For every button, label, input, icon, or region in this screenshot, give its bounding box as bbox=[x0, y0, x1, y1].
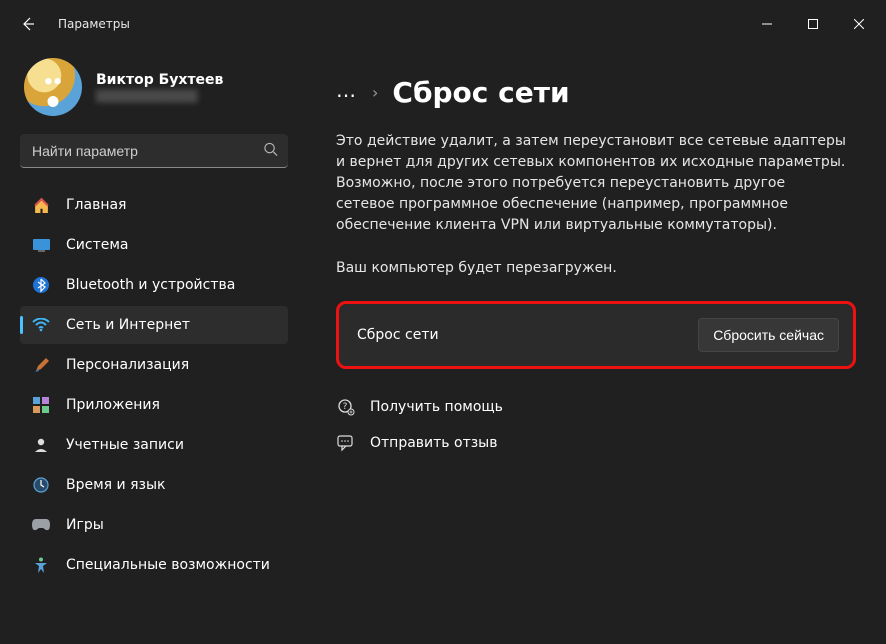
clock-globe-icon bbox=[32, 476, 50, 494]
main-content: … › Сброс сети Это действие удалит, а за… bbox=[300, 48, 886, 644]
window-title: Параметры bbox=[58, 17, 130, 31]
titlebar: Параметры bbox=[0, 0, 886, 48]
bluetooth-icon bbox=[32, 276, 50, 294]
gamepad-icon bbox=[32, 516, 50, 534]
sidebar-item-gaming[interactable]: Игры bbox=[20, 506, 288, 544]
sidebar-item-time-language[interactable]: Время и язык bbox=[20, 466, 288, 504]
minimize-icon bbox=[762, 19, 772, 29]
sidebar-item-label: Система bbox=[66, 237, 128, 253]
back-button[interactable] bbox=[10, 6, 46, 42]
sidebar: Виктор Бухтеев ████████████ Главная Сист… bbox=[0, 48, 300, 644]
restart-note: Ваш компьютер будет перезагружен. bbox=[336, 258, 846, 279]
sidebar-item-apps[interactable]: Приложения bbox=[20, 386, 288, 424]
feedback-icon bbox=[336, 433, 356, 453]
apps-icon bbox=[32, 396, 50, 414]
chevron-right-icon: › bbox=[372, 83, 378, 102]
sidebar-item-accessibility[interactable]: Специальные возможности bbox=[20, 546, 288, 584]
avatar bbox=[24, 58, 82, 116]
sidebar-item-home[interactable]: Главная bbox=[20, 186, 288, 224]
sidebar-item-personalization[interactable]: Персонализация bbox=[20, 346, 288, 384]
breadcrumb: … › Сброс сети bbox=[336, 76, 856, 109]
user-name: Виктор Бухтеев bbox=[96, 72, 223, 88]
get-help-link[interactable]: ? Получить помощь bbox=[336, 397, 856, 417]
minimize-button[interactable] bbox=[744, 8, 790, 40]
maximize-icon bbox=[808, 19, 818, 29]
sidebar-item-label: Игры bbox=[66, 517, 104, 533]
brush-icon bbox=[32, 356, 50, 374]
close-icon bbox=[854, 19, 864, 29]
description-text: Это действие удалит, а затем переустанов… bbox=[336, 131, 846, 236]
breadcrumb-ellipsis[interactable]: … bbox=[336, 78, 358, 108]
wifi-icon bbox=[32, 316, 50, 334]
sidebar-item-label: Bluetooth и устройства bbox=[66, 277, 235, 293]
search-box[interactable] bbox=[20, 134, 288, 168]
sidebar-item-label: Сеть и Интернет bbox=[66, 317, 190, 333]
sidebar-item-accounts[interactable]: Учетные записи bbox=[20, 426, 288, 464]
account-icon bbox=[32, 436, 50, 454]
sidebar-item-label: Главная bbox=[66, 197, 126, 213]
page-title: Сброс сети bbox=[392, 76, 569, 109]
accessibility-icon bbox=[32, 556, 50, 574]
sidebar-item-system[interactable]: Система bbox=[20, 226, 288, 264]
home-icon bbox=[32, 196, 50, 214]
sidebar-item-network[interactable]: Сеть и Интернет bbox=[20, 306, 288, 344]
reset-row-label: Сброс сети bbox=[357, 327, 439, 343]
send-feedback-link[interactable]: Отправить отзыв bbox=[336, 433, 856, 453]
search-icon bbox=[263, 142, 278, 161]
help-icon: ? bbox=[336, 397, 356, 417]
help-links: ? Получить помощь Отправить отзыв bbox=[336, 397, 856, 453]
link-label: Отправить отзыв bbox=[370, 435, 497, 451]
maximize-button[interactable] bbox=[790, 8, 836, 40]
sidebar-item-label: Время и язык bbox=[66, 477, 165, 493]
sidebar-item-label: Специальные возможности bbox=[66, 557, 270, 573]
sidebar-item-label: Приложения bbox=[66, 397, 160, 413]
sidebar-item-bluetooth[interactable]: Bluetooth и устройства bbox=[20, 266, 288, 304]
sidebar-item-label: Персонализация bbox=[66, 357, 189, 373]
search-input[interactable] bbox=[20, 134, 288, 168]
close-button[interactable] bbox=[836, 8, 882, 40]
network-reset-row: Сброс сети Сбросить сейчас bbox=[336, 301, 856, 369]
link-label: Получить помощь bbox=[370, 399, 503, 415]
window-controls bbox=[744, 8, 882, 40]
nav-list: Главная Система Bluetooth и устройства С… bbox=[20, 186, 288, 584]
sidebar-item-label: Учетные записи bbox=[66, 437, 184, 453]
system-icon bbox=[32, 236, 50, 254]
user-profile[interactable]: Виктор Бухтеев ████████████ bbox=[20, 48, 288, 134]
reset-now-button[interactable]: Сбросить сейчас bbox=[698, 318, 839, 352]
arrow-left-icon bbox=[20, 16, 36, 32]
user-email: ████████████ bbox=[96, 90, 223, 103]
svg-text:?: ? bbox=[343, 402, 348, 412]
